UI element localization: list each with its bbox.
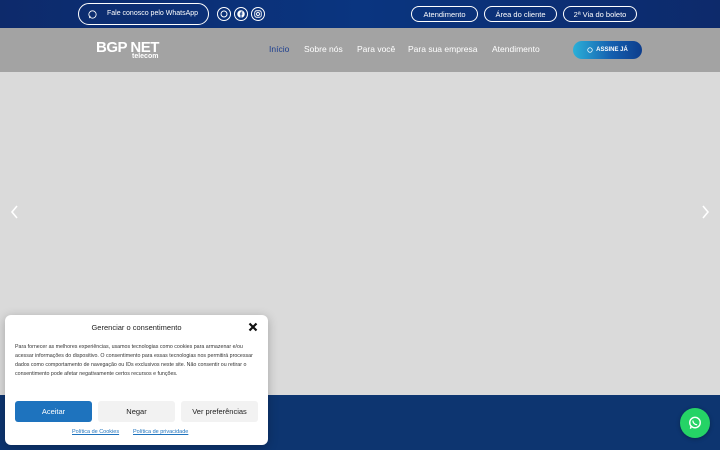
instagram-icon — [254, 10, 262, 18]
whatsapp-icon — [88, 10, 97, 19]
consent-body: Para fornecer as melhores experiências, … — [15, 344, 253, 377]
subscribe-button[interactable]: ASSINE JÁ — [573, 41, 642, 59]
facebook-social-button[interactable] — [234, 7, 248, 21]
main-header: BGP NET telecom Início Sobre nós Para vo… — [0, 28, 720, 72]
whatsapp-icon — [587, 47, 593, 53]
nav-item-atendimento[interactable]: Atendimento — [492, 44, 540, 55]
consent-title: Gerenciar o consentimento — [91, 323, 182, 332]
subscribe-label: ASSINE JÁ — [596, 47, 628, 53]
nav-item-para-sua-empresa[interactable]: Para sua empresa — [408, 44, 477, 55]
accept-button[interactable]: Aceitar — [15, 401, 92, 422]
whatsapp-contact-button[interactable]: Fale conosco pelo WhatsApp — [78, 3, 209, 25]
consent-dialog: Gerenciar o consentimento Para fornecer … — [5, 315, 268, 445]
facebook-icon — [237, 10, 245, 18]
top-link-area-cliente[interactable]: Área do cliente — [484, 6, 557, 22]
whatsapp-icon — [689, 416, 701, 429]
logo-sub-text: telecom — [132, 53, 159, 60]
nav-item-sobre-nos[interactable]: Sobre nós — [304, 44, 343, 55]
nav-item-para-voce[interactable]: Para você — [357, 44, 395, 55]
deny-button[interactable]: Negar — [98, 401, 175, 422]
whatsapp-icon — [220, 10, 228, 18]
whatsapp-contact-label: Fale conosco pelo WhatsApp — [106, 10, 199, 17]
view-preferences-button[interactable]: Ver preferências — [181, 401, 258, 422]
whatsapp-float-button[interactable] — [680, 408, 710, 438]
close-icon[interactable] — [248, 322, 258, 332]
nav-item-inicio[interactable]: Início — [269, 44, 289, 55]
page: Fale conosco pelo WhatsApp Atendimento Á… — [0, 0, 720, 450]
whatsapp-social-button[interactable] — [217, 7, 231, 21]
slider-next-icon[interactable] — [699, 204, 711, 220]
top-bar: Fale conosco pelo WhatsApp Atendimento Á… — [0, 0, 720, 28]
top-link-segunda-via-boleto[interactable]: 2ª Via do boleto — [563, 6, 637, 22]
instagram-social-button[interactable] — [251, 7, 265, 21]
top-link-atendimento[interactable]: Atendimento — [411, 6, 478, 22]
logo[interactable]: BGP NET telecom — [96, 40, 168, 62]
cookie-policy-link[interactable]: Política de Cookies — [72, 429, 119, 435]
slider-prev-icon[interactable] — [9, 204, 21, 220]
privacy-policy-link[interactable]: Política de privacidade — [133, 429, 188, 435]
